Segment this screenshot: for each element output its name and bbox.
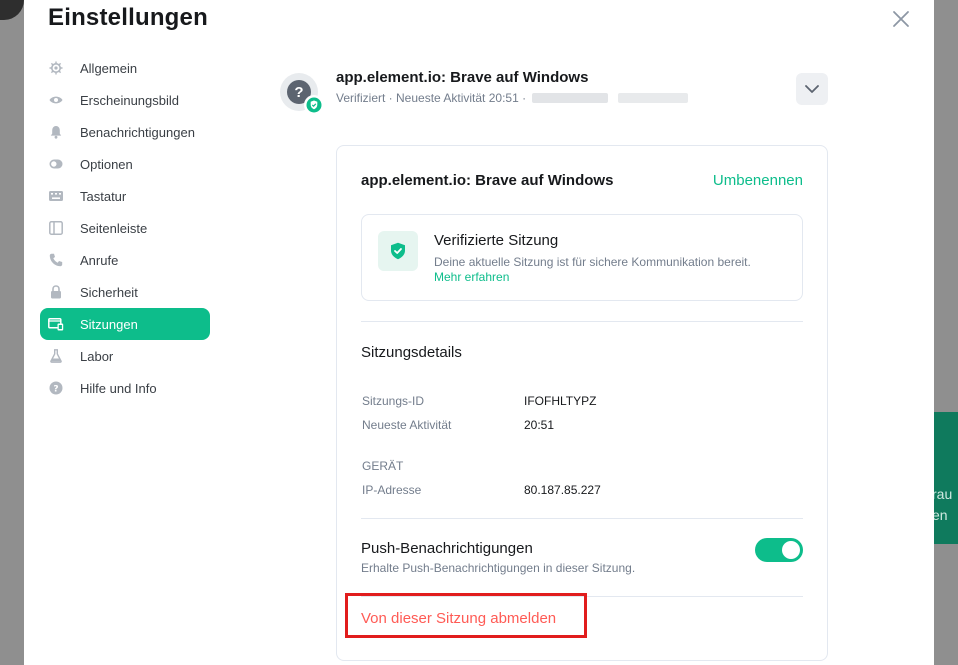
keyboard-icon — [48, 188, 64, 204]
redacted-info — [532, 93, 609, 103]
sidebar-item-labor[interactable]: Labor — [40, 340, 210, 372]
device-heading: GERÄT — [362, 459, 404, 473]
chevron-down-icon — [805, 85, 819, 93]
sidebar-item-label: Benachrichtigungen — [80, 124, 195, 140]
card-title: app.element.io: Brave auf Windows — [361, 172, 614, 189]
shield-check-icon — [306, 97, 322, 113]
sidebar-item-seitenleiste[interactable]: Seitenleiste — [40, 212, 210, 244]
eye-icon — [48, 92, 64, 108]
sidebar-item-sitzungen[interactable]: Sitzungen — [40, 308, 210, 340]
settings-dialog: Einstellungen Allgemein Erscheinungsbild… — [24, 0, 934, 665]
verified-session-title: Verifizierte Sitzung — [434, 232, 559, 249]
close-icon — [893, 11, 909, 27]
session-name: app.element.io: Brave auf Windows — [336, 69, 589, 86]
bell-icon — [48, 124, 64, 140]
settings-sidebar: Allgemein Erscheinungsbild Benachrichtig… — [40, 52, 210, 404]
close-button[interactable] — [890, 8, 912, 30]
sidebar-item-optionen[interactable]: Optionen — [40, 148, 210, 180]
last-activity-value: 20:51 — [524, 418, 555, 432]
help-icon: ? — [48, 380, 64, 396]
divider — [361, 518, 803, 519]
sign-out-session-button[interactable]: Von dieser Sitzung abmelden — [361, 610, 556, 627]
learn-more-link[interactable]: Mehr erfahren — [434, 270, 509, 284]
session-details-card: app.element.io: Brave auf Windows Umbene… — [336, 145, 828, 661]
sidebar-item-sicherheit[interactable]: Sicherheit — [40, 276, 210, 308]
devices-icon — [48, 316, 64, 332]
sidebar-item-label: Tastatur — [80, 188, 127, 204]
dialog-title: Einstellungen — [48, 4, 208, 31]
background-panel: rau en — [934, 412, 958, 544]
sidebar-item-tastatur[interactable]: Tastatur — [40, 180, 210, 212]
ip-address-label: IP-Adresse — [362, 483, 422, 497]
ip-address-value: 80.187.85.227 — [524, 483, 601, 497]
sidebar-item-allgemein[interactable]: Allgemein — [40, 52, 210, 84]
sidebar-item-benachrichtigungen[interactable]: Benachrichtigungen — [40, 116, 210, 148]
verified-session-box: Verifizierte Sitzung Deine aktuelle Sitz… — [361, 214, 803, 301]
background-text-1: rau — [934, 486, 953, 502]
sidebar-item-anrufe[interactable]: Anrufe — [40, 244, 210, 276]
push-notifications-toggle[interactable] — [755, 538, 803, 562]
phone-icon — [48, 252, 64, 268]
session-id-value: IFOFHLTYPZ — [524, 394, 597, 408]
sidebar-item-label: Labor — [80, 348, 114, 364]
sidebar-item-label: Erscheinungsbild — [80, 92, 180, 108]
toggle-icon — [48, 156, 64, 172]
last-activity-label: Neueste Aktivität — [362, 418, 452, 432]
background-text-2: en — [934, 507, 948, 523]
session-meta-text: Verifiziert · Neueste Aktivität 20:51 · — [336, 91, 527, 105]
session-header: ? app.element.io: Brave auf Windows Veri… — [280, 69, 830, 117]
verified-session-text: Deine aktuelle Sitzung ist für sichere K… — [434, 255, 751, 269]
sidebar-item-hilfe[interactable]: ? Hilfe und Info — [40, 372, 210, 404]
sidebar-item-label: Seitenleiste — [80, 220, 148, 236]
collapse-details-button[interactable] — [796, 73, 828, 105]
sidebar-item-label: Optionen — [80, 156, 133, 172]
flask-icon — [48, 348, 64, 364]
verified-badge — [304, 95, 324, 115]
svg-text:?: ? — [53, 384, 58, 394]
rename-button[interactable]: Umbenennen — [713, 172, 803, 189]
push-notifications-description: Erhalte Push-Benachrichtigungen in diese… — [361, 561, 636, 575]
push-notifications-title: Push-Benachrichtigungen — [361, 540, 533, 557]
verified-session-description: Deine aktuelle Sitzung ist für sichere K… — [434, 255, 754, 285]
gear-icon — [48, 60, 64, 76]
divider — [361, 321, 803, 322]
sidebar-item-label: Anrufe — [80, 252, 119, 268]
verified-shield-icon — [378, 231, 418, 271]
session-details-heading: Sitzungsdetails — [361, 344, 462, 361]
session-meta: Verifiziert · Neueste Aktivität 20:51 · — [336, 91, 689, 105]
redacted-info — [618, 93, 689, 103]
sidebar-item-label: Hilfe und Info — [80, 380, 157, 396]
toggle-knob — [782, 541, 800, 559]
session-id-label: Sitzungs-ID — [362, 394, 425, 408]
background-window-corner — [0, 0, 24, 20]
sidebar-item-erscheinungsbild[interactable]: Erscheinungsbild — [40, 84, 210, 116]
sidebar-item-label: Allgemein — [80, 60, 138, 76]
sidebar-item-label: Sicherheit — [80, 284, 138, 300]
sidebar-icon — [48, 220, 64, 236]
lock-icon — [48, 284, 64, 300]
sidebar-item-label: Sitzungen — [80, 316, 138, 332]
